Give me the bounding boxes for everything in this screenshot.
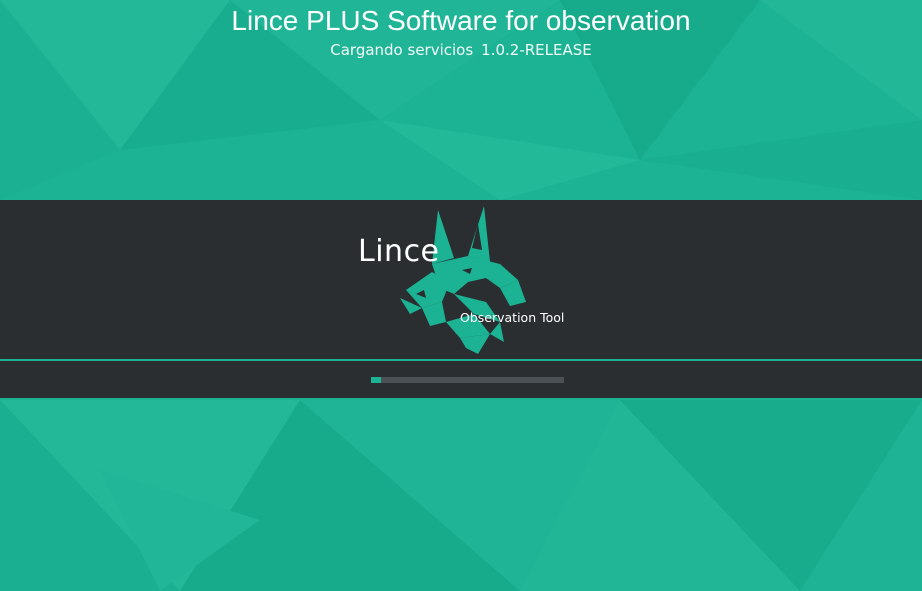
brand-tagline: Observation Tool (460, 310, 565, 325)
loading-progress-fill (371, 377, 381, 383)
splash-band (0, 200, 922, 398)
app-title: Lince PLUS Software for observation (231, 5, 691, 36)
loading-progress-bar (371, 377, 564, 383)
loading-status: Cargando servicios 1.0.2-RELEASE (0, 40, 922, 60)
lynx-head-icon (400, 206, 526, 354)
brand-name: Lince (358, 234, 440, 269)
band-divider (0, 359, 922, 361)
loading-status-text: Cargando servicios (330, 41, 474, 59)
version-label: 1.0.2-RELEASE (481, 41, 592, 59)
